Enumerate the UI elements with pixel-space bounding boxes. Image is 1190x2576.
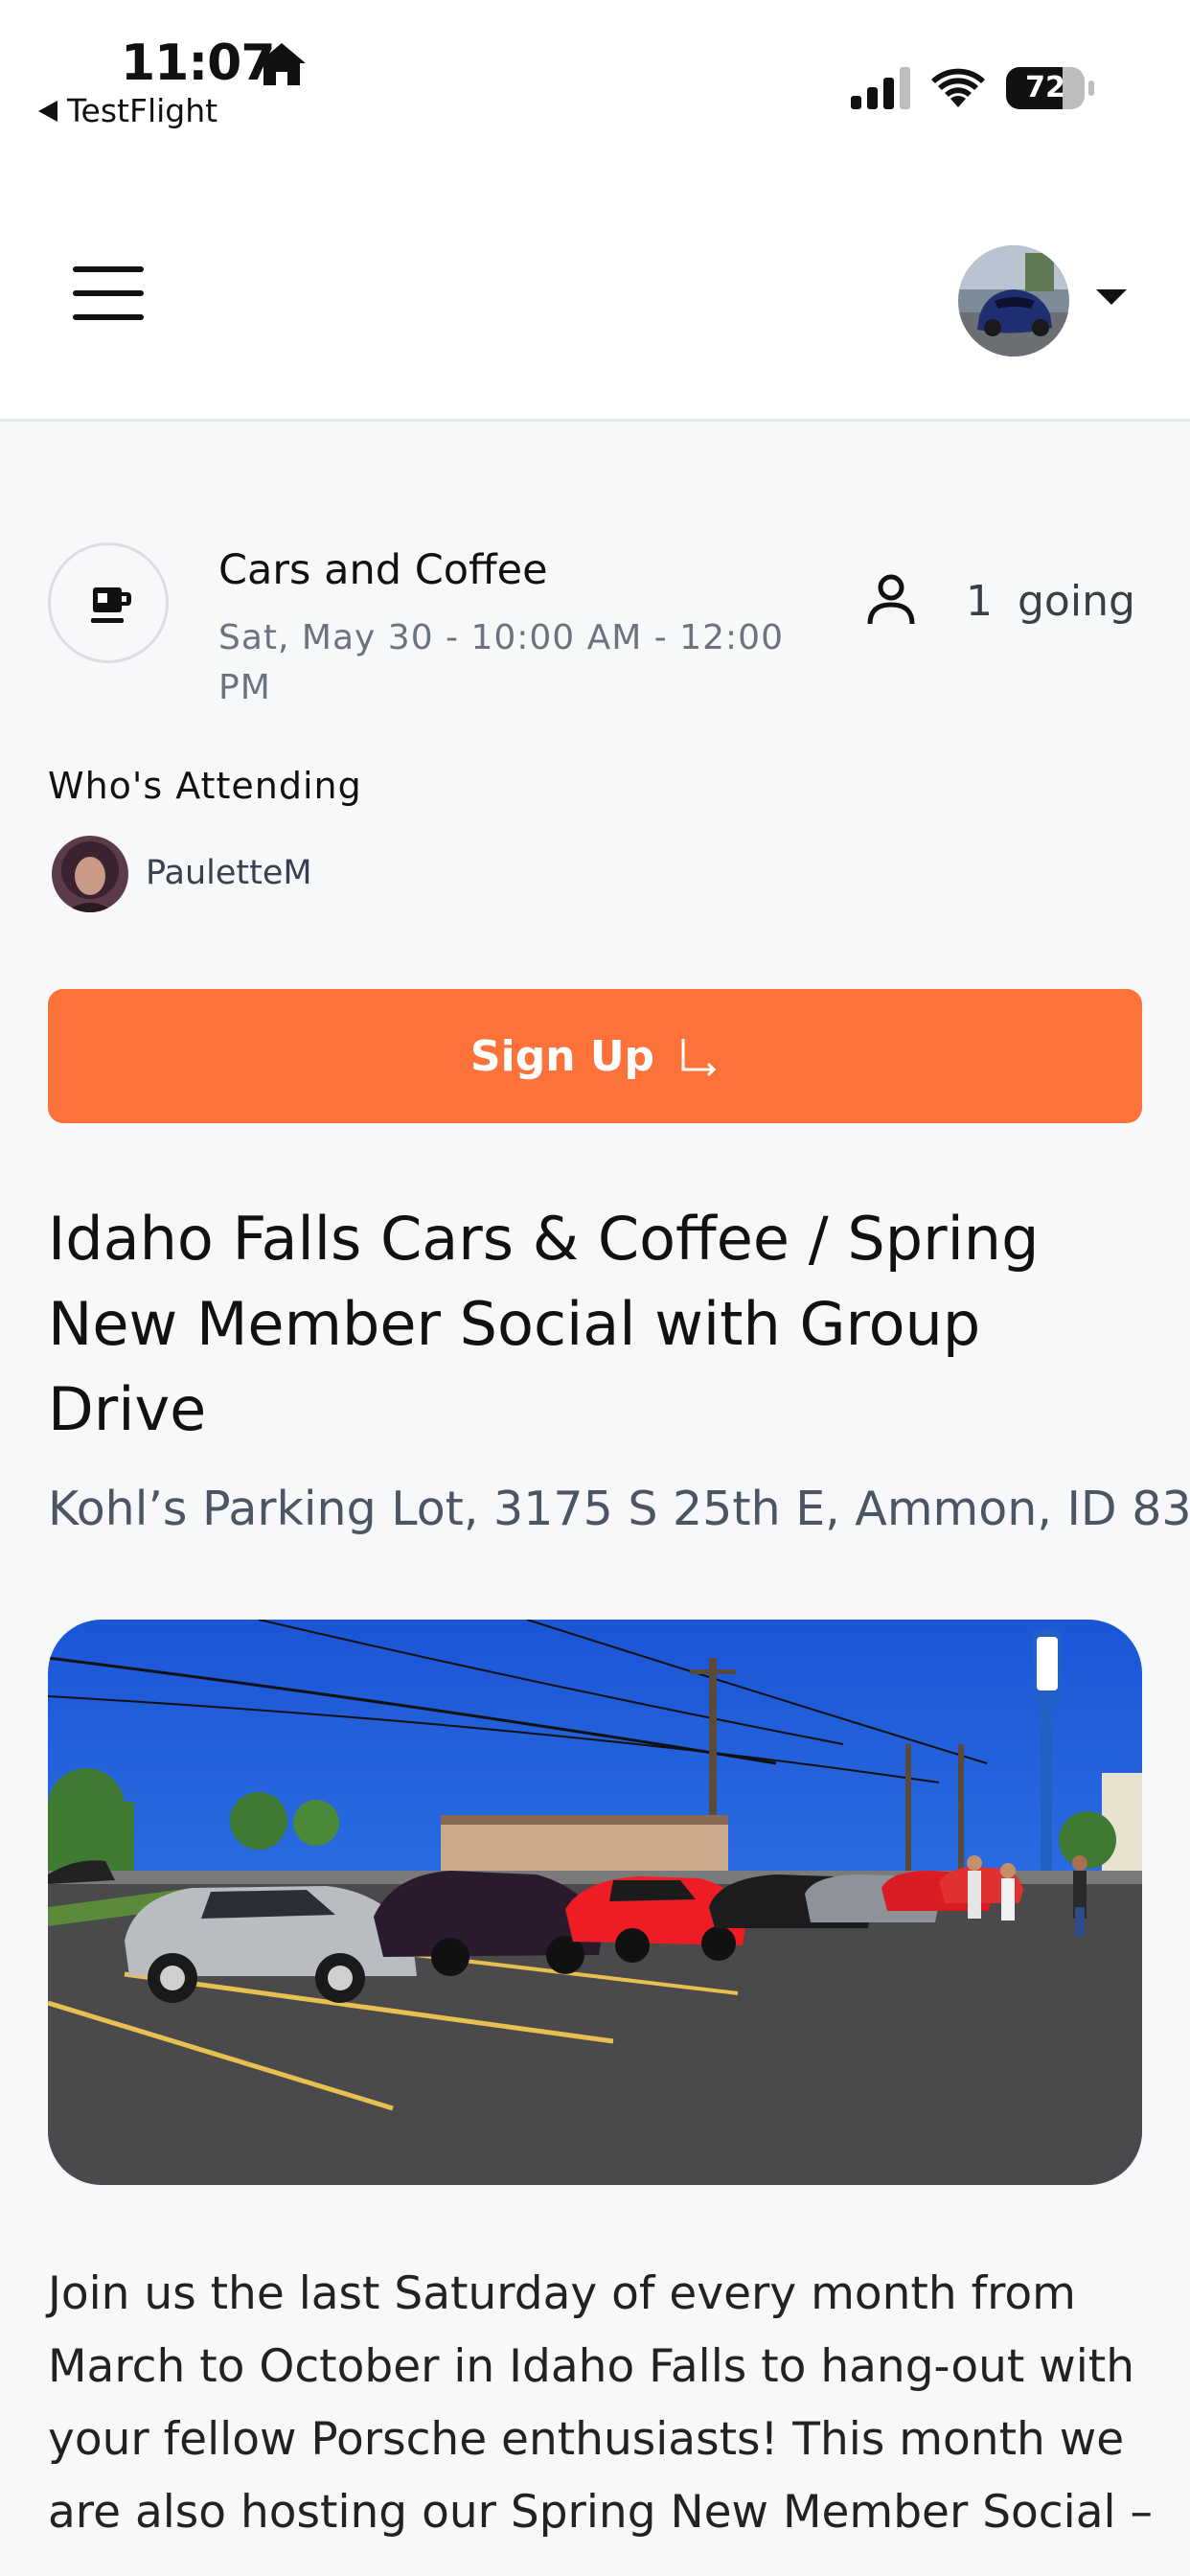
back-app-label: TestFlight bbox=[67, 92, 218, 129]
coffee-cup-icon bbox=[91, 587, 131, 623]
back-arrow-icon bbox=[38, 100, 57, 122]
attendee-avatar[interactable] bbox=[52, 836, 128, 912]
battery-body: 72 bbox=[1006, 67, 1085, 109]
wifi-icon bbox=[931, 68, 985, 107]
attendee-name[interactable]: PauletteM bbox=[146, 854, 312, 892]
user-avatar[interactable] bbox=[958, 245, 1069, 356]
event-photo[interactable] bbox=[48, 1620, 1142, 2185]
home-icon bbox=[258, 43, 306, 85]
going-count: 1 bbox=[966, 577, 993, 626]
back-to-testflight[interactable]: TestFlight bbox=[38, 92, 217, 129]
sign-up-button[interactable]: Sign Up bbox=[48, 989, 1142, 1123]
status-bar: 11:07 TestFlight 72 bbox=[0, 0, 1190, 144]
event-description: Join us the last Saturday of every month… bbox=[48, 2267, 1153, 2539]
event-name[interactable]: Cars and Coffee bbox=[218, 546, 548, 594]
sign-up-label: Sign Up bbox=[469, 1031, 655, 1081]
cellular-signal-icon bbox=[851, 67, 910, 109]
going-label: going bbox=[1018, 577, 1135, 626]
event-title: Idaho Falls Cars & Coffee / Spring New M… bbox=[48, 1204, 1040, 1444]
event-page: 11:07 TestFlight 72 Cars and Coffee Sat,… bbox=[0, 0, 1190, 2576]
caret-down-icon[interactable] bbox=[1096, 289, 1127, 305]
battery-indicator: 72 bbox=[1006, 67, 1094, 109]
battery-cap bbox=[1088, 80, 1094, 96]
event-datetime: Sat, May 30 - 10:00 AM - 12:00 PM bbox=[218, 618, 784, 707]
event-location[interactable]: Kohl’s Parking Lot, 3175 S 25th E, Ammon… bbox=[48, 1482, 1190, 1536]
sign-up-arrow-icon bbox=[681, 1039, 717, 1077]
event-category-badge bbox=[48, 542, 169, 663]
hamburger-menu-icon[interactable] bbox=[73, 266, 144, 320]
person-icon bbox=[867, 574, 915, 625]
status-time: 11:07 bbox=[121, 34, 276, 92]
app-header bbox=[0, 144, 1190, 422]
battery-percent: 72 bbox=[1025, 71, 1065, 104]
attending-title: Who's Attending bbox=[48, 765, 362, 807]
